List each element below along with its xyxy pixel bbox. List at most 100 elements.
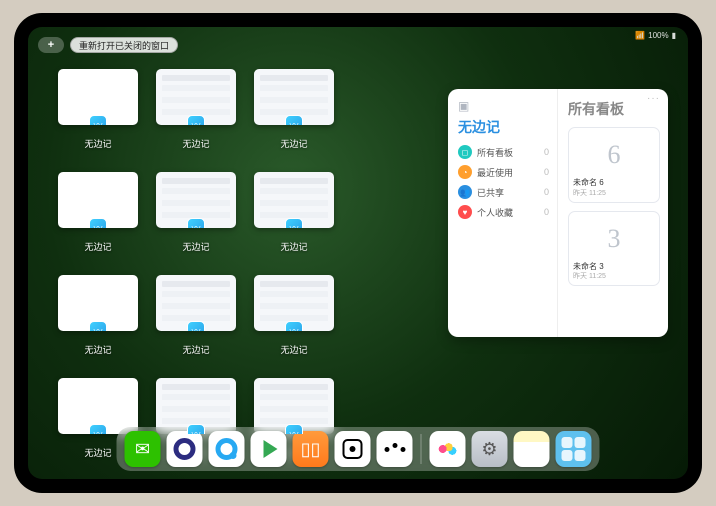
- freeform-icon: [436, 440, 460, 458]
- ipad-device: 📶 100% ▮ + 重新打开已关闭的窗口 无边记无边记无边记无边记无边记无边记…: [14, 13, 702, 493]
- reopen-closed-window-button[interactable]: 重新打开已关闭的窗口: [70, 37, 178, 53]
- sidebar-item-icon: ♥: [458, 205, 472, 219]
- screen: 📶 100% ▮ + 重新打开已关闭的窗口 无边记无边记无边记无边记无边记无边记…: [28, 27, 688, 479]
- sidebar-item[interactable]: ◔ 最近使用 0: [458, 165, 549, 179]
- window-label: 无边记: [182, 343, 209, 356]
- app-library-icon: [559, 434, 589, 464]
- sidebar-item-icon: ◔: [458, 165, 472, 179]
- freeform-app-icon: [89, 424, 107, 434]
- status-bar: 📶 100% ▮: [635, 31, 676, 40]
- freeform-app-icon: [187, 321, 205, 331]
- battery-icon: ▮: [672, 31, 676, 40]
- dock-app-play[interactable]: [251, 431, 287, 467]
- sidebar-toggle-icon[interactable]: ▣: [458, 99, 549, 113]
- window-thumbnail: [58, 378, 138, 434]
- window-label: 无边记: [280, 137, 307, 150]
- freeform-app-icon: [285, 321, 303, 331]
- dots-icon: [384, 447, 405, 452]
- window-label: 无边记: [84, 343, 111, 356]
- qq-icon: [216, 438, 238, 460]
- freeform-app-icon: [187, 218, 205, 228]
- board-title: 未命名 6: [573, 178, 655, 188]
- new-window-button[interactable]: +: [38, 37, 64, 53]
- window-thumbnail: [156, 275, 236, 331]
- window-thumbnail: [156, 378, 236, 434]
- battery-label: 100%: [648, 31, 668, 40]
- dice-icon: [343, 439, 363, 459]
- sidebar-item-count: 0: [544, 207, 549, 217]
- top-bar: + 重新打开已关闭的窗口: [38, 37, 178, 53]
- window-thumbnail: [254, 172, 334, 228]
- window-label: 无边记: [84, 137, 111, 150]
- dock-recent-freeform[interactable]: [430, 431, 466, 467]
- gear-icon: ⚙: [481, 439, 497, 460]
- dock-separator: [421, 434, 422, 464]
- board-thumbnail: 3: [573, 216, 655, 262]
- panel-boards: 所有看板 6未命名 6昨天 11:253未命名 3昨天 11:25: [558, 89, 668, 337]
- plus-icon: +: [48, 39, 54, 51]
- window-thumbnail: [58, 275, 138, 331]
- window-thumbnail: [254, 69, 334, 125]
- sidebar-item-count: 0: [544, 167, 549, 177]
- board-card[interactable]: 6未命名 6昨天 11:25: [568, 127, 660, 203]
- window-thumbnail: [156, 69, 236, 125]
- play-icon: [264, 440, 278, 458]
- sidebar-item-count: 0: [544, 147, 549, 157]
- window-card[interactable]: 无边记: [58, 172, 138, 253]
- dock-app-qq-browser[interactable]: [209, 431, 245, 467]
- freeform-app-icon: [187, 424, 205, 434]
- quark-icon: [174, 438, 196, 460]
- dock-app-wechat[interactable]: ✉: [125, 431, 161, 467]
- sidebar-item[interactable]: ♥ 个人收藏 0: [458, 205, 549, 219]
- dock-app-books[interactable]: ▯▯: [293, 431, 329, 467]
- window-label: 无边记: [84, 240, 111, 253]
- board-time: 昨天 11:25: [573, 271, 655, 281]
- window-card[interactable]: 无边记: [156, 69, 236, 150]
- window-thumbnail: [254, 378, 334, 434]
- window-card[interactable]: 无边记: [156, 172, 236, 253]
- wifi-icon: 📶: [635, 31, 645, 40]
- window-thumbnail: [254, 275, 334, 331]
- freeform-app-icon: [89, 321, 107, 331]
- sidebar-item-label: 所有看板: [477, 146, 513, 159]
- freeform-app-icon: [89, 115, 107, 125]
- freeform-app-icon: [285, 115, 303, 125]
- window-card[interactable]: 无边记: [156, 275, 236, 356]
- freeform-app-icon: [89, 218, 107, 228]
- sidebar-item-label: 最近使用: [477, 166, 513, 179]
- wechat-icon: ✉: [135, 439, 150, 460]
- window-label: 无边记: [280, 240, 307, 253]
- board-card[interactable]: 3未命名 3昨天 11:25: [568, 211, 660, 287]
- window-card[interactable]: 无边记: [58, 275, 138, 356]
- dock-app-quark[interactable]: [167, 431, 203, 467]
- window-grid: 无边记无边记无边记无边记无边记无边记无边记无边记无边记无边记无边记无边记: [58, 69, 432, 459]
- panel-more-button[interactable]: ···: [647, 93, 660, 104]
- freeform-panel[interactable]: ··· ▣ 无边记 ◻所有看板0◔最近使用0👥已共享0♥个人收藏0 所有看板 6…: [448, 89, 668, 337]
- sidebar-item-label: 个人收藏: [477, 206, 513, 219]
- dock-recent-settings[interactable]: ⚙: [472, 431, 508, 467]
- sidebar-item-count: 0: [544, 187, 549, 197]
- board-time: 昨天 11:25: [573, 188, 655, 198]
- sidebar-item[interactable]: 👥 已共享 0: [458, 185, 549, 199]
- window-label: 无边记: [182, 137, 209, 150]
- window-card[interactable]: 无边记: [254, 69, 334, 150]
- window-label: 无边记: [182, 240, 209, 253]
- freeform-app-icon: [285, 218, 303, 228]
- sidebar-item-icon: 👥: [458, 185, 472, 199]
- window-card[interactable]: 无边记: [254, 172, 334, 253]
- sidebar-item-label: 已共享: [477, 186, 504, 199]
- panel-left-title: 无边记: [458, 117, 549, 137]
- freeform-app-icon: [285, 424, 303, 434]
- dock-recent-notes[interactable]: [514, 431, 550, 467]
- dock-app-dots[interactable]: [377, 431, 413, 467]
- window-thumbnail: [156, 172, 236, 228]
- freeform-app-icon: [187, 115, 205, 125]
- panel-sidebar: ▣ 无边记 ◻所有看板0◔最近使用0👥已共享0♥个人收藏0: [448, 89, 558, 337]
- window-card[interactable]: 无边记: [58, 69, 138, 150]
- window-thumbnail: [58, 69, 138, 125]
- board-thumbnail: 6: [573, 132, 655, 178]
- sidebar-item[interactable]: ◻所有看板0: [458, 145, 549, 159]
- dock-app-library[interactable]: [556, 431, 592, 467]
- window-card[interactable]: 无边记: [254, 275, 334, 356]
- dock-app-dice[interactable]: [335, 431, 371, 467]
